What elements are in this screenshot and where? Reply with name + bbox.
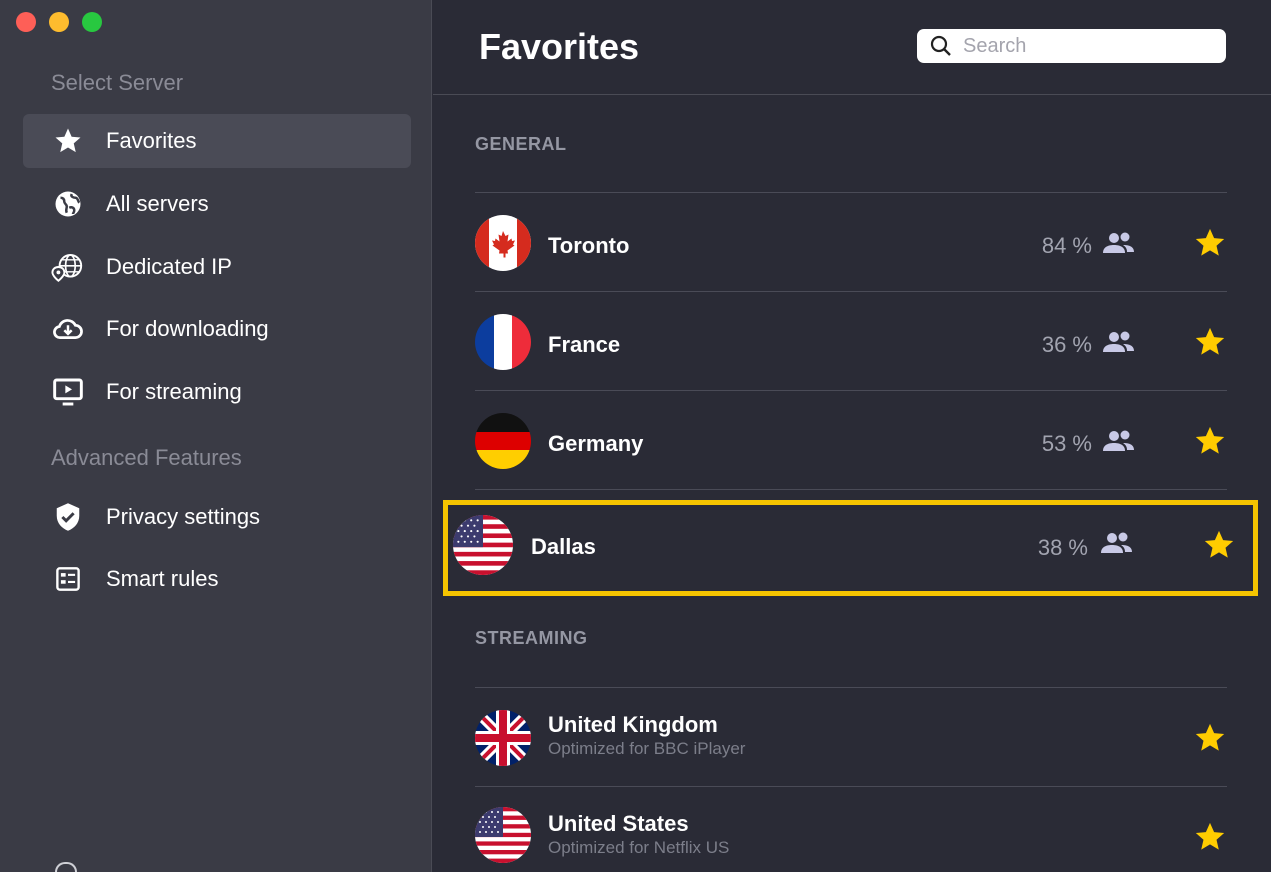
- usa-flag-icon: [475, 807, 531, 863]
- advanced-features-heading: Advanced Features: [51, 445, 242, 470]
- maximize-window-button[interactable]: [82, 12, 102, 32]
- server-name: United Kingdom: [548, 712, 718, 737]
- uk-flag-icon: [475, 710, 531, 766]
- sidebar-item-all-servers[interactable]: All servers: [23, 177, 411, 231]
- star-icon: [50, 126, 86, 156]
- main-header: Favorites: [433, 0, 1271, 95]
- page-title: Favorites: [479, 26, 640, 67]
- partial-icon[interactable]: [55, 862, 77, 872]
- sidebar-item-label: Favorites: [106, 128, 197, 153]
- minimize-window-button[interactable]: [49, 12, 69, 32]
- sidebar-item-label: For downloading: [106, 316, 269, 341]
- users-icon: [1101, 330, 1137, 361]
- sidebar-item-for-streaming[interactable]: For streaming: [23, 365, 411, 419]
- cloud-download-icon: [50, 315, 86, 343]
- server-row-toronto[interactable]: Toronto 84 %: [475, 193, 1227, 291]
- server-name: United States: [548, 811, 689, 836]
- globe-icon: [50, 189, 86, 219]
- server-row-united-states[interactable]: United States Optimized for Netflix US: [475, 787, 1227, 872]
- server-subtitle: Optimized for BBC iPlayer: [548, 739, 746, 758]
- favorite-star-icon[interactable]: [1193, 721, 1227, 755]
- sidebar-item-for-downloading[interactable]: For downloading: [23, 302, 411, 356]
- server-load: 84 %: [1041, 233, 1092, 258]
- select-server-heading: Select Server: [51, 70, 184, 95]
- server-row-france[interactable]: France 36 %: [475, 292, 1227, 390]
- server-name: Toronto: [548, 233, 630, 258]
- search-box[interactable]: [917, 29, 1226, 63]
- divider: [475, 489, 1227, 490]
- favorite-star-icon[interactable]: [1193, 325, 1227, 359]
- sidebar-item-favorites[interactable]: Favorites: [23, 114, 411, 168]
- rules-list-icon: [50, 566, 86, 592]
- server-load: 53 %: [1041, 431, 1092, 456]
- close-window-button[interactable]: [16, 12, 36, 32]
- search-input[interactable]: [963, 34, 1213, 58]
- tv-play-icon: [50, 377, 86, 407]
- server-load: 36 %: [1041, 332, 1092, 357]
- section-label-general: GENERAL: [475, 134, 567, 154]
- server-subtitle: Optimized for Netflix US: [548, 838, 730, 857]
- germany-flag-icon: [475, 413, 531, 469]
- favorite-star-icon[interactable]: [1193, 820, 1227, 854]
- main-panel: Favorites GENERAL Toronto 84 % France 36…: [433, 0, 1271, 872]
- sidebar-item-label: All servers: [106, 191, 209, 216]
- favorite-star-icon[interactable]: [1193, 424, 1227, 458]
- section-label-streaming: STREAMING: [475, 628, 588, 648]
- server-name: Germany: [548, 431, 644, 456]
- canada-flag-icon: [475, 215, 531, 271]
- users-icon: [1101, 429, 1137, 460]
- window-controls: [16, 12, 102, 32]
- sidebar: Select Server Favorites All servers Dedi…: [0, 0, 432, 872]
- search-icon: [929, 34, 953, 58]
- sidebar-item-privacy-settings[interactable]: Privacy settings: [23, 490, 411, 544]
- france-flag-icon: [475, 314, 531, 370]
- sidebar-item-label: Dedicated IP: [106, 254, 232, 279]
- sidebar-item-label: For streaming: [106, 379, 242, 404]
- sidebar-item-label: Smart rules: [106, 566, 219, 591]
- server-row-germany[interactable]: Germany 53 %: [475, 391, 1227, 489]
- highlight-box: [443, 500, 1258, 596]
- server-row-united-kingdom[interactable]: United Kingdom Optimized for BBC iPlayer: [475, 688, 1227, 786]
- sidebar-item-dedicated-ip[interactable]: Dedicated IP: [23, 240, 411, 294]
- sidebar-item-smart-rules[interactable]: Smart rules: [23, 552, 411, 606]
- dedicated-ip-globe-icon: [50, 251, 86, 283]
- server-name: France: [548, 332, 621, 357]
- shield-check-icon: [50, 502, 86, 532]
- sidebar-item-label: Privacy settings: [106, 504, 261, 529]
- favorite-star-icon[interactable]: [1193, 226, 1227, 260]
- users-icon: [1101, 231, 1137, 262]
